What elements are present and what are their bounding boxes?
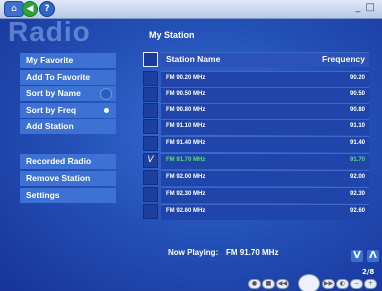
transport-controls: ● ■ ◀◀ ▶▶ ◐ − + xyxy=(230,274,380,291)
table-row[interactable]: FM 91.10 MHz 91.10 xyxy=(161,119,369,135)
now-playing-label: Now Playing: xyxy=(168,248,219,257)
menu-sort-by-name[interactable]: Sort by Name xyxy=(20,86,116,101)
home-icon[interactable]: ⌂ xyxy=(4,1,24,17)
table-row[interactable]: FM 90.50 MHz 90.50 xyxy=(161,87,369,103)
page-up-button[interactable]: Λ xyxy=(367,250,379,262)
row-checkbox[interactable] xyxy=(143,187,158,202)
station-name: FM 90.80 MHz xyxy=(166,107,206,113)
record-icon[interactable]: ● xyxy=(248,279,261,289)
station-frequency: 91.10 xyxy=(349,123,365,129)
table-row[interactable]: FM 92.00 MHz 92.00 xyxy=(161,170,369,186)
row-checkbox[interactable] xyxy=(143,204,158,219)
table-header-row: Station Name Frequency xyxy=(161,52,369,67)
row-checkbox[interactable] xyxy=(143,136,158,151)
select-all-checkbox[interactable] xyxy=(143,52,158,67)
station-frequency: 91.40 xyxy=(349,140,365,146)
row-checkbox[interactable] xyxy=(143,103,158,118)
station-name: FM 90.50 MHz xyxy=(166,91,206,97)
station-name: FM 90.20 MHz xyxy=(166,75,206,81)
fast-forward-icon[interactable]: ▶▶ xyxy=(322,279,335,289)
menu-label: My Favorite xyxy=(26,55,74,65)
menu-label: Remove Station xyxy=(26,173,91,183)
station-frequency: 90.20 xyxy=(349,75,365,81)
row-checkbox[interactable] xyxy=(143,71,158,86)
now-playing-value: FM 91.70 MHz xyxy=(226,248,279,257)
menu-recorded-radio[interactable]: Recorded Radio xyxy=(20,154,116,169)
station-name: FM 92.60 MHz xyxy=(166,208,206,214)
page-down-button[interactable]: V xyxy=(351,250,363,262)
row-checkbox[interactable] xyxy=(143,170,158,185)
table-row[interactable]: FM 92.60 MHz 92.60 xyxy=(161,204,369,220)
row-checkbox-checked[interactable]: V xyxy=(143,153,158,168)
station-name: FM 91.40 MHz xyxy=(166,140,206,146)
table-row[interactable]: FM 90.80 MHz 90.80 xyxy=(161,103,369,119)
station-name: FM 92.30 MHz xyxy=(166,191,206,197)
menu-my-favorite[interactable]: My Favorite xyxy=(20,53,116,68)
stop-icon[interactable]: ■ xyxy=(262,279,275,289)
column-header-frequency[interactable]: Frequency xyxy=(322,54,365,64)
station-frequency: 92.00 xyxy=(349,174,365,180)
row-checkbox[interactable] xyxy=(143,119,158,134)
menu-add-to-favorite[interactable]: Add To Favorite xyxy=(20,70,116,85)
volume-down-icon[interactable]: − xyxy=(350,279,363,289)
menu-label: Sort by Name xyxy=(26,88,81,98)
table-row[interactable]: FM 90.20 MHz 90.20 xyxy=(161,71,369,87)
play-button[interactable] xyxy=(298,274,320,291)
radio-app-screen: ⌂ ◀ ? _ □ Radio My Station My Favorite A… xyxy=(0,0,382,291)
section-title: My Station xyxy=(149,30,195,40)
menu-label: Add Station xyxy=(26,121,74,131)
menu-label: Add To Favorite xyxy=(26,72,91,82)
station-name: FM 92.00 MHz xyxy=(166,174,206,180)
help-icon[interactable]: ? xyxy=(39,1,55,17)
station-name: FM 91.10 MHz xyxy=(166,123,206,129)
radio-unselected-icon[interactable] xyxy=(100,88,112,100)
table-row[interactable]: FM 92.30 MHz 92.30 xyxy=(161,187,369,203)
radio-selected-icon[interactable] xyxy=(104,108,109,113)
station-frequency: 90.50 xyxy=(349,91,365,97)
volume-up-icon[interactable]: + xyxy=(364,279,377,289)
station-name: FM 91.70 MHz xyxy=(166,157,206,163)
station-frequency: 92.60 xyxy=(349,208,365,214)
menu-label: Settings xyxy=(26,190,60,200)
mute-icon[interactable]: ◐ xyxy=(336,279,349,289)
menu-settings[interactable]: Settings xyxy=(20,188,116,203)
rewind-icon[interactable]: ◀◀ xyxy=(276,279,289,289)
menu-remove-station[interactable]: Remove Station xyxy=(20,171,116,186)
back-icon[interactable]: ◀ xyxy=(22,1,38,17)
menu-sort-by-freq[interactable]: Sort by Freq xyxy=(20,103,116,118)
menu-label: Sort by Freq xyxy=(26,105,77,115)
menu-add-station[interactable]: Add Station xyxy=(20,119,116,134)
table-row-selected[interactable]: FM 91.70 MHz 91.70 xyxy=(161,153,369,169)
app-title: Radio xyxy=(8,16,91,47)
row-checkbox[interactable] xyxy=(143,87,158,102)
window-controls[interactable]: _ □ xyxy=(355,2,376,13)
menu-label: Recorded Radio xyxy=(26,156,92,166)
table-row[interactable]: FM 91.40 MHz 91.40 xyxy=(161,136,369,152)
station-frequency: 91.70 xyxy=(349,157,365,163)
station-frequency: 90.80 xyxy=(349,107,365,113)
station-frequency: 92.30 xyxy=(349,191,365,197)
column-header-station-name[interactable]: Station Name xyxy=(166,54,220,64)
